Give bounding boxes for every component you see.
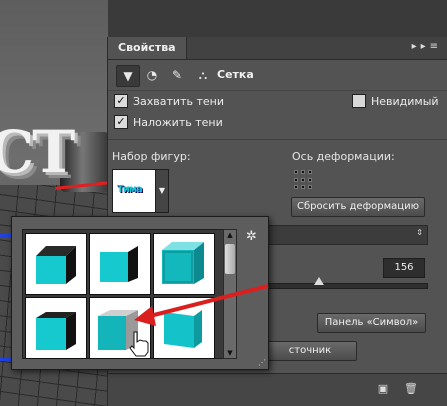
new-layer-icon[interactable]: ▣ — [376, 382, 390, 396]
shape-grid-scrollbar[interactable]: ▲ ▼ — [223, 229, 237, 359]
properties-select[interactable]: ⇕ — [266, 225, 428, 245]
scrollbar-thumb[interactable] — [225, 244, 235, 274]
shape-preset-label: Набор фигур: — [112, 150, 191, 163]
cube-shape-icon — [36, 246, 76, 284]
properties-toolbar: ▼ ◔ ✎ ⛬ Сетка — [108, 60, 447, 91]
shape-preset-thumb-text: Тима — [117, 184, 143, 195]
panel-header-icons[interactable]: ▸▸≡ — [412, 41, 442, 52]
scroll-down-icon[interactable]: ▼ — [224, 348, 236, 358]
invisible-row[interactable]: Невидимый — [352, 92, 439, 112]
invisible-checkbox[interactable] — [352, 94, 366, 108]
shape-picker-popup: ▲ ▼ ✲ ⋰ — [11, 216, 269, 370]
capture-shadows-checkbox[interactable]: ✓ — [114, 94, 128, 108]
invisible-label: Невидимый — [371, 95, 439, 108]
menu-icon[interactable]: ≡ — [430, 41, 442, 52]
mesh-icon[interactable]: ▼ — [116, 65, 140, 87]
cast-shadows-checkbox[interactable]: ✓ — [114, 115, 128, 129]
tab-properties[interactable]: Свойства — [108, 37, 187, 59]
shape-preset-cube-4[interactable] — [25, 297, 87, 359]
value-field[interactable]: 156 — [383, 258, 425, 278]
trash-icon[interactable]: 🗑 — [404, 382, 418, 396]
cube-shape-icon — [100, 246, 138, 282]
panel-header: Свойства ▸▸≡ — [108, 37, 447, 60]
shape-grid — [22, 229, 224, 359]
cast-shadows-row[interactable]: ✓ Наложить тени — [114, 113, 223, 133]
capture-shadows-label: Захватить тени — [133, 95, 224, 108]
deformation-axis-grid-icon[interactable] — [294, 170, 314, 190]
resize-handle-icon[interactable]: ⋰ — [258, 358, 266, 367]
shape-preset-cube-2[interactable] — [89, 233, 151, 295]
toolbar-section-label: Сетка — [217, 68, 254, 81]
divider — [108, 139, 447, 140]
value-slider-thumb[interactable] — [313, 277, 324, 285]
shape-preset-thumbnail[interactable]: Тима — [112, 169, 156, 213]
cube-shape-icon — [164, 310, 202, 348]
shape-preset-cube-5[interactable] — [89, 297, 151, 359]
gear-icon[interactable]: ✲ — [246, 229, 257, 244]
source-button[interactable]: сточник — [263, 341, 357, 361]
cube-shape-icon — [162, 242, 204, 284]
cap-icon[interactable]: ✎ — [166, 65, 188, 85]
panel-bottom-bar: ▣ 🗑 — [108, 373, 447, 406]
select-arrows-icon: ⇕ — [416, 228, 423, 237]
shape-preset-cube-6[interactable] — [153, 297, 215, 359]
coordinates-icon[interactable]: ⛬ — [192, 65, 214, 85]
shape-preset-dropdown-arrow[interactable]: ▼ — [155, 169, 169, 213]
cube-shape-icon — [36, 312, 76, 350]
3d-text-object: СТ — [0, 118, 75, 186]
shape-preset-cube-3[interactable] — [153, 233, 215, 295]
value-slider-track[interactable] — [266, 283, 428, 289]
reset-deformation-button[interactable]: Сбросить деформацию — [291, 197, 425, 217]
shape-preset-cube-1[interactable] — [25, 233, 87, 295]
scroll-up-icon[interactable]: ▲ — [224, 230, 236, 240]
cube-shape-icon — [98, 310, 138, 350]
deform-icon[interactable]: ◔ — [141, 65, 163, 85]
collapse-icon[interactable]: ▸▸ — [412, 41, 430, 52]
deformation-axis-label: Ось деформации: — [292, 150, 395, 163]
cast-shadows-label: Наложить тени — [133, 116, 223, 129]
character-panel-button[interactable]: Панель «Символ» — [317, 313, 426, 333]
capture-shadows-row[interactable]: ✓ Захватить тени — [114, 92, 224, 112]
